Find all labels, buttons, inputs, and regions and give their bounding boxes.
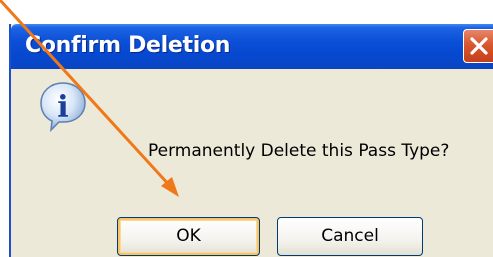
- info-icon: i: [37, 80, 89, 136]
- cancel-button[interactable]: Cancel: [277, 217, 423, 256]
- confirm-deletion-dialog: Confirm Deletion i Permanently Delete th…: [9, 24, 493, 257]
- dialog-titlebar[interactable]: Confirm Deletion: [11, 24, 493, 69]
- close-button[interactable]: [463, 29, 493, 63]
- dialog-title: Confirm Deletion: [25, 33, 231, 58]
- confirmation-message: Permanently Delete this Pass Type?: [148, 141, 450, 161]
- close-icon: [470, 37, 488, 55]
- ok-button[interactable]: OK: [117, 217, 260, 256]
- screenshot-stage: Confirm Deletion i Permanently Delete th…: [0, 0, 493, 257]
- svg-text:i: i: [57, 90, 68, 125]
